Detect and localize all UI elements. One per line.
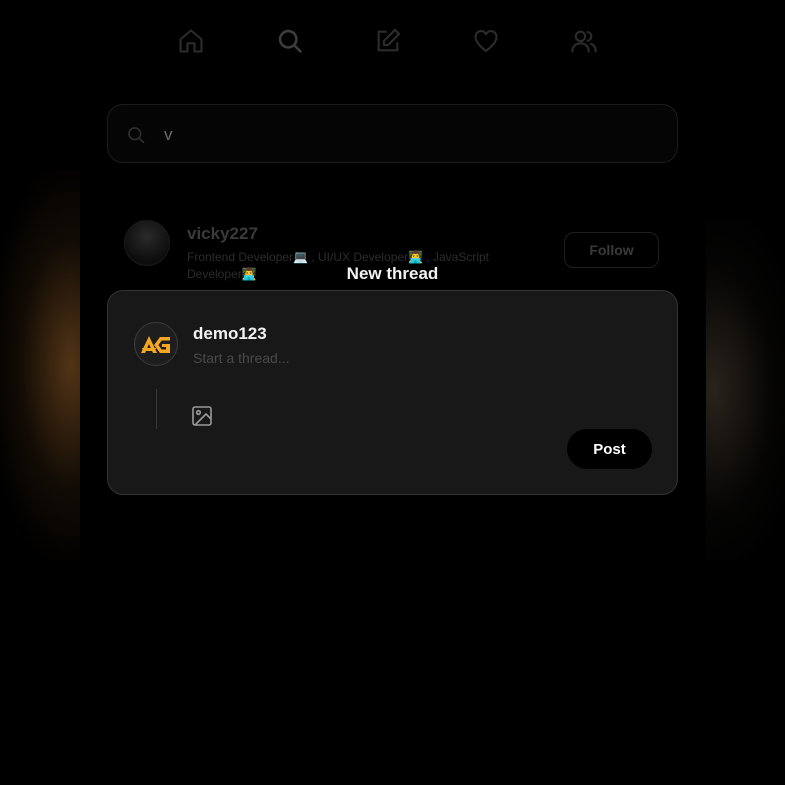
avatar[interactable] — [124, 220, 170, 266]
heart-icon — [474, 30, 498, 52]
brand-logo-icon — [141, 336, 170, 353]
result-username[interactable]: vicky227 — [187, 224, 258, 244]
page: v vicky227 Frontend Developer💻 , UI/UX D… — [0, 0, 785, 785]
users-icon — [571, 30, 597, 53]
nav-activity[interactable] — [463, 18, 509, 64]
avatar — [134, 322, 178, 366]
nav-create[interactable] — [365, 18, 411, 64]
top-nav — [0, 18, 785, 64]
edit-icon — [377, 28, 401, 52]
left-backdrop-glow — [0, 170, 80, 560]
search-icon — [278, 29, 302, 53]
search-icon — [128, 127, 145, 144]
search-bar[interactable]: v — [107, 104, 678, 163]
post-button[interactable]: Post — [567, 429, 652, 469]
new-thread-modal: demo123 Post — [107, 290, 678, 495]
composer-username: demo123 — [193, 324, 267, 343]
follow-button[interactable]: Follow — [564, 232, 659, 268]
nav-search[interactable] — [267, 18, 313, 64]
modal-title: New thread — [346, 264, 439, 283]
search-input-value[interactable]: v — [164, 125, 173, 145]
nav-profile[interactable] — [561, 18, 607, 64]
nav-home[interactable] — [168, 18, 214, 64]
image-attach-icon[interactable] — [190, 404, 214, 428]
home-icon — [179, 29, 203, 53]
thread-divider-line — [156, 389, 157, 429]
thread-text-input[interactable] — [192, 347, 634, 369]
